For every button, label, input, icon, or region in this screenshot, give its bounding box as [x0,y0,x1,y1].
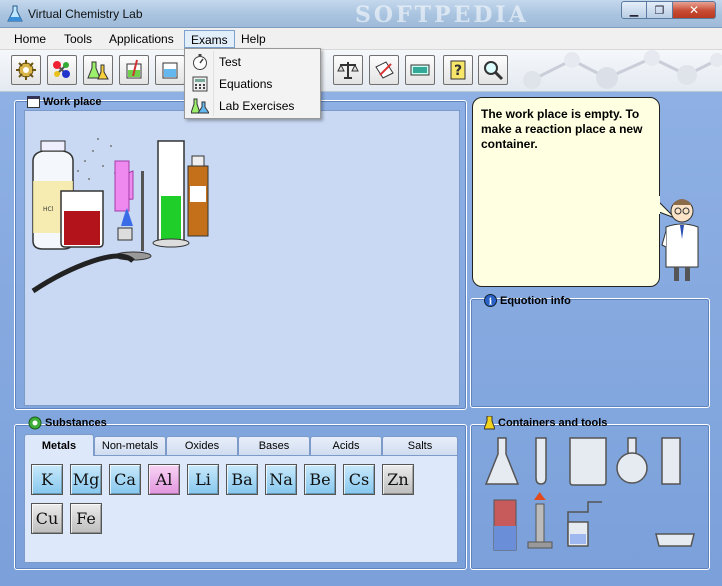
beaker-icon [162,62,178,79]
minimize-icon: ▁ [629,4,639,17]
toolbar: ? [0,50,722,92]
erlenmeyer-flask-icon[interactable] [484,437,520,485]
element-k[interactable]: K [31,464,63,495]
element-ca[interactable]: Ca [109,464,141,495]
dropdown-item-test[interactable]: Test [187,51,318,73]
flask-icon [7,5,23,22]
recycle-atom-icon [28,416,42,430]
minimize-button[interactable]: ▁ [621,1,647,19]
toolbar-button-2[interactable] [47,55,77,85]
toolbar-button-7[interactable] [369,55,399,85]
containers-title: Containers and tools [484,416,607,430]
equation-info-title: i Equotion info [484,294,571,307]
equation-info-title-text: Equotion info [500,294,571,307]
element-cs[interactable]: Cs [343,464,375,495]
dropdown-label-test: Test [219,55,242,69]
toolbar-button-5[interactable] [155,55,185,85]
notebook-pen-icon [375,61,394,79]
dropdown-item-lab-exercises[interactable]: Lab Exercises [187,95,318,117]
stopwatch-icon [193,54,207,70]
flask-icon [484,416,495,430]
calculator-icon [192,76,208,92]
substances-tabs: Metals Non-metals Oxides Bases Acids Sal… [24,434,458,456]
element-cu[interactable]: Cu [31,503,63,534]
help-icon: ? [450,60,466,80]
element-mg[interactable]: Mg [70,464,102,495]
toolbar-button-9[interactable]: ? [443,55,473,85]
toolbar-button-10[interactable] [478,55,508,85]
menu-exams[interactable]: Exams [184,30,235,48]
toolbar-button-6[interactable] [333,55,363,85]
gas-collector-icon[interactable] [567,501,602,547]
substances-title-text: Substances [45,417,107,429]
close-icon: ✕ [688,3,700,17]
workplace-title: Work place [27,96,102,108]
element-li[interactable]: Li [187,464,219,495]
toolbar-button-1[interactable] [11,55,41,85]
element-be[interactable]: Be [304,464,336,495]
cylinder-icon[interactable] [661,437,681,485]
svg-text:i: i [489,298,493,308]
dropdown-label-equations: Equations [219,77,273,91]
molecule-icon [53,61,70,78]
dropdown-label-lab-exercises: Lab Exercises [219,99,295,113]
maximize-button[interactable]: ❐ [647,1,673,19]
containers-tools-grid [484,437,695,551]
toolbar-button-3[interactable] [83,55,113,85]
beaker-stir-icon [126,59,142,79]
display-icon [410,64,430,76]
scientist-avatar [661,199,699,281]
test-tube-icon[interactable] [535,437,547,485]
gear-atom-icon [16,60,36,80]
element-zn[interactable]: Zn [382,464,414,495]
svg-text:?: ? [454,63,462,79]
tab-oxides[interactable]: Oxides [166,436,238,455]
tab-salts[interactable]: Salts [382,436,458,455]
menu-applications[interactable]: Applications [103,30,180,48]
menu-help[interactable]: Help [235,30,272,48]
exams-dropdown: Test Equations Lab Exercises [184,48,321,119]
magnifier-icon [484,61,504,81]
tab-metals[interactable]: Metals [24,434,94,456]
lab-equipment-illustration-icon: HCl [31,138,209,294]
title-bar: Virtual Chemistry Lab SOFTPEDIA ▁ ❐ ✕ [0,0,722,28]
assistant-message-bubble: The work place is empty. To make a react… [472,97,660,287]
toolbar-button-4[interactable] [119,55,149,85]
element-al[interactable]: Al [148,464,180,495]
solid-block-icon[interactable] [493,499,517,551]
substances-title: Substances [28,416,107,430]
tab-non-metals[interactable]: Non-metals [94,436,166,455]
maximize-icon: ❐ [654,4,665,17]
workplace-title-text: Work place [43,96,102,108]
metals-tab-content: K Mg Ca Al Li Ba Na Be Cs Zn Cu Fe [24,455,458,563]
element-na[interactable]: Na [265,464,297,495]
burner-icon[interactable] [527,492,553,549]
menu-tools[interactable]: Tools [58,30,98,48]
flasks-icon [191,98,209,114]
element-fe[interactable]: Fe [70,503,102,534]
evaporating-dish-icon[interactable] [655,533,695,547]
round-flask-icon[interactable] [616,437,648,484]
workplace-canvas[interactable]: HCl [24,110,460,406]
window-title: Virtual Chemistry Lab [28,7,143,21]
tab-acids[interactable]: Acids [310,436,382,455]
containers-title-text: Containers and tools [498,417,608,429]
assistant-message: The work place is empty. To make a react… [481,107,643,151]
info-icon: i [484,294,497,307]
close-button[interactable]: ✕ [673,1,716,19]
toolbar-button-8[interactable] [405,55,435,85]
watermark: SOFTPEDIA [355,2,529,28]
svg-text:HCl: HCl [43,206,54,213]
menu-home[interactable]: Home [8,30,52,48]
dropdown-item-equations[interactable]: Equations [187,73,318,95]
beaker-icon[interactable] [569,437,607,486]
equation-info-panel [470,298,710,408]
element-ba[interactable]: Ba [226,464,258,495]
window-icon [27,96,40,108]
menu-bar: Home Tools Applications Exams Help [0,28,722,50]
balance-scale-icon [337,62,359,79]
molecules-decoration-icon [523,50,722,89]
tab-bases[interactable]: Bases [238,436,310,455]
flasks-icon [87,61,109,80]
